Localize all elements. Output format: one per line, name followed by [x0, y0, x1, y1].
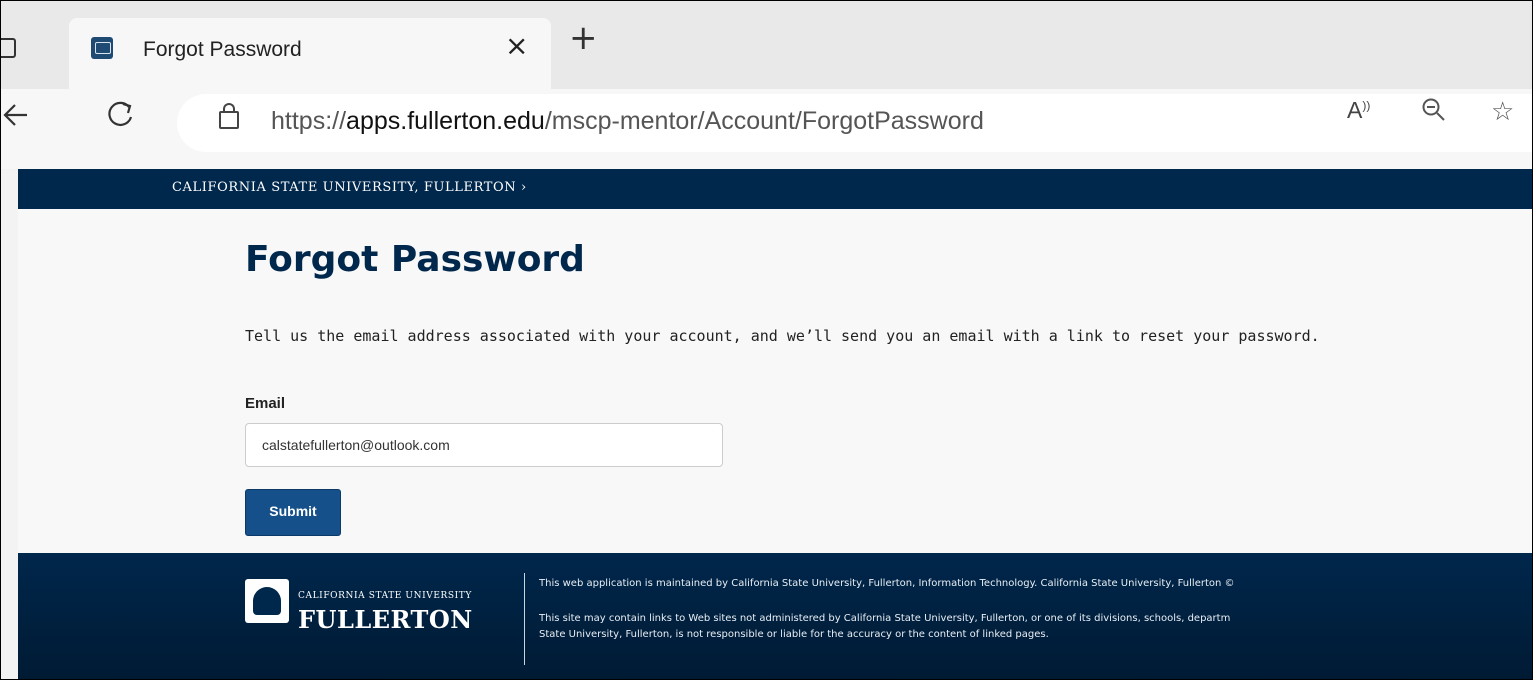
university-header: CALIFORNIA STATE UNIVERSITY, FULLERTON ›	[18, 169, 1532, 209]
submit-button[interactable]: Submit	[245, 489, 341, 536]
page-title: Forgot Password	[245, 239, 585, 280]
university-link[interactable]: CALIFORNIA STATE UNIVERSITY, FULLERTON ›	[172, 180, 527, 195]
main-content: Forgot Password Tell us the email addres…	[18, 209, 1532, 553]
tab-forgot-password[interactable]: Forgot Password ×	[69, 18, 551, 89]
back-icon[interactable]	[1, 95, 29, 143]
tab-strip: Forgot Password × +	[1, 1, 1532, 89]
footer-logo-small: CALIFORNIA STATE UNIVERSITY	[298, 591, 472, 601]
tab-title: Forgot Password	[143, 38, 302, 61]
zoom-icon[interactable]	[1421, 97, 1447, 129]
instructions-text: Tell us the email address associated wit…	[245, 327, 1320, 345]
new-tab-button[interactable]: +	[569, 21, 598, 55]
footer-disclaimer-text: This site may contain links to Web sites…	[539, 613, 1231, 624]
favorite-icon[interactable]: ☆	[1491, 97, 1514, 127]
site-footer: CALIFORNIA STATE UNIVERSITY FULLERTON Th…	[18, 553, 1532, 679]
browser-toolbar: https://apps.fullerton.edu/mscp-mentor/A…	[1, 89, 1532, 169]
footer-disclaimer-text-2: State University, Fullerton, is not resp…	[539, 629, 1049, 640]
address-bar[interactable]: https://apps.fullerton.edu/mscp-mentor/A…	[177, 94, 1532, 152]
read-aloud-icon[interactable]: A))	[1347, 97, 1370, 124]
university-seal-icon	[245, 579, 289, 623]
footer-logo-big: FULLERTON	[298, 605, 473, 634]
email-field[interactable]: calstatefullerton@outlook.com	[245, 423, 723, 467]
reload-icon[interactable]	[103, 95, 137, 143]
url-text[interactable]: https://apps.fullerton.edu/mscp-mentor/A…	[271, 107, 984, 136]
favicon-icon	[91, 37, 113, 59]
url-host: apps.fullerton.edu	[346, 107, 545, 135]
footer-maintenance-text: This web application is maintained by Ca…	[539, 578, 1235, 589]
email-label: Email	[245, 395, 286, 412]
window-icon[interactable]	[1, 37, 17, 59]
footer-divider	[524, 573, 525, 665]
browser-window: Forgot Password × + https://apps.fullert…	[0, 0, 1533, 680]
close-tab-icon[interactable]: ×	[505, 32, 528, 60]
url-prefix: https://	[271, 107, 347, 135]
url-path: /mscp-mentor/Account/ForgotPassword	[544, 107, 984, 135]
lock-icon[interactable]	[219, 103, 239, 129]
